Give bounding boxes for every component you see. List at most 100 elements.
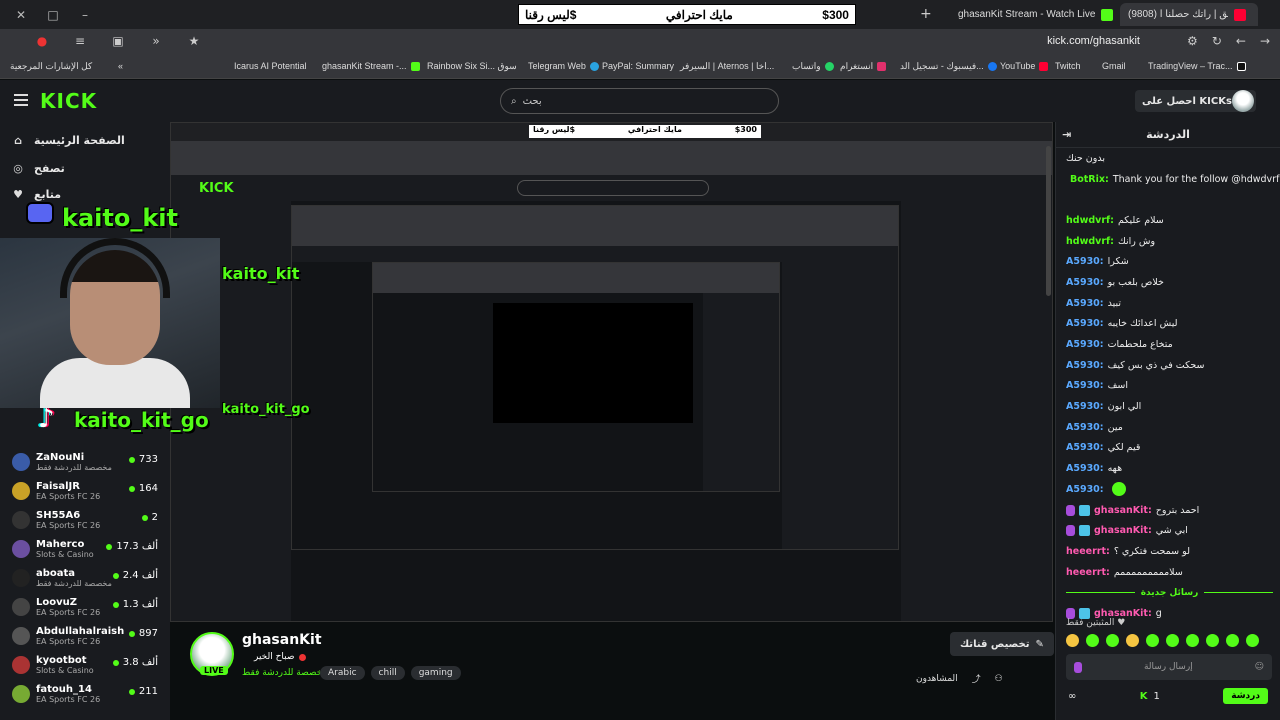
maximize-window-icon[interactable]: □ xyxy=(46,8,60,22)
followed-channel-row[interactable]: kyootbot Slots & Casino 3.8 ألف xyxy=(0,650,170,679)
emote-icon[interactable] xyxy=(1146,634,1159,647)
minimize-window-icon[interactable]: – xyxy=(78,8,92,22)
media-control-icon[interactable]: ≡ xyxy=(68,34,92,48)
emote-icon[interactable] xyxy=(1066,634,1079,647)
followed-channel-row[interactable]: SH55A6 EA Sports FC 26 2 xyxy=(0,505,170,534)
bookmark-item[interactable]: واتساب xyxy=(792,61,834,72)
emote-icon[interactable] xyxy=(1106,634,1119,647)
chat-username[interactable]: heeerrt: xyxy=(1066,567,1110,578)
viewer-count: 211 xyxy=(138,686,158,697)
search-input[interactable]: ⌕ بحث xyxy=(500,88,779,114)
site-settings-icon[interactable]: ⚙ xyxy=(1187,34,1198,48)
customize-channel-button[interactable]: تخصيص قناتك ✎ xyxy=(950,632,1054,656)
sidepanel-icon[interactable]: ▣ xyxy=(106,34,130,48)
emote-icon[interactable] xyxy=(1246,634,1259,647)
bookmark-item[interactable]: ghasanKit Stream -... xyxy=(322,61,420,71)
send-chat-button[interactable]: دردشة xyxy=(1223,688,1268,704)
menu-icon[interactable] xyxy=(14,94,28,109)
reload-icon[interactable]: ↻ xyxy=(1212,34,1222,48)
profile-icon[interactable]: ⚇ xyxy=(995,674,1003,684)
bookmark-label: ghasanKit Stream -... xyxy=(322,61,407,71)
bookmark-star-icon[interactable]: ★ xyxy=(182,34,206,48)
bookmarks-overflow-icon[interactable]: « xyxy=(118,61,123,71)
bookmark-item[interactable]: Icarus AI Potential xyxy=(234,61,307,71)
chat-username[interactable]: hdwdvrf: xyxy=(1066,236,1114,247)
channel-name: ZaNouNi xyxy=(36,451,85,463)
bookmark-item[interactable]: PayPal: Summary xyxy=(602,61,674,71)
sidebar-item-following[interactable]: ♥ متابع xyxy=(12,188,61,201)
share-icon[interactable]: ⤴ xyxy=(972,672,981,685)
bookmark-item[interactable]: YouTube xyxy=(1000,61,1049,71)
tag-chip[interactable]: gaming xyxy=(410,666,461,680)
chat-username[interactable]: A5930: xyxy=(1066,380,1104,391)
chat-username[interactable]: A5930: xyxy=(1066,277,1104,288)
translate-icon[interactable]: » xyxy=(144,34,168,48)
bookmark-item[interactable]: السيرفر | Aternos | اخا... xyxy=(680,61,774,72)
tag-chip[interactable]: Arabic xyxy=(320,666,365,680)
bookmark-item[interactable]: فيسبوك - تسجيل الد... xyxy=(900,61,997,72)
chat-username[interactable]: ghasanKit: xyxy=(1094,505,1152,516)
tab-kick-stream[interactable]: ghasanKit Stream - Watch Live ✕ xyxy=(950,3,1136,26)
chat-username[interactable]: A5930: xyxy=(1066,360,1104,371)
nested-toolbar xyxy=(171,141,1052,175)
sidebar-item-home[interactable]: ⌂ الصفحة الرئيسية xyxy=(12,134,125,147)
chat-username[interactable]: ghasanKit: xyxy=(1094,525,1152,536)
chat-username[interactable]: A5930: xyxy=(1066,318,1104,329)
kick-logo[interactable]: KICK xyxy=(40,89,97,113)
chat-username[interactable]: A5930: xyxy=(1066,401,1104,412)
chat-text: ليش اعدائك خايبه xyxy=(1107,318,1178,330)
chat-username[interactable]: A5930: xyxy=(1066,442,1104,453)
chat-username[interactable]: A5930: xyxy=(1066,422,1104,433)
sidebar-item-browse[interactable]: ◎ تصفح xyxy=(12,162,65,175)
tag-chip[interactable]: chill xyxy=(370,666,405,680)
chat-username[interactable]: A5930: xyxy=(1066,339,1104,350)
chat-username[interactable]: A5930: xyxy=(1066,298,1104,309)
channel-name[interactable]: ghasanKit xyxy=(242,632,322,648)
chat-username[interactable]: A5930: xyxy=(1066,256,1104,267)
tab-youtube[interactable]: (9808) روكيت ليق | راتك حصلنا ا xyxy=(1120,3,1258,26)
followed-channel-row[interactable]: Maherco Slots & Casino 17.3 ألف xyxy=(0,534,170,563)
collapse-chat-icon[interactable]: ⇥ xyxy=(1062,128,1071,141)
followed-channel-row[interactable]: ZaNouNi مخصصة للدردشة فقط 733 xyxy=(0,447,170,476)
back-icon[interactable]: ← xyxy=(1236,34,1246,48)
chat-message: A5930: قيم لكي xyxy=(1056,438,1280,459)
chat-title: الدردشة xyxy=(1146,128,1190,141)
chat-message-input[interactable]: إرسال رسالة ☺ xyxy=(1066,654,1272,680)
followed-channel-row[interactable]: fatouh_14 EA Sports FC 26 211 xyxy=(0,679,170,708)
address-bar[interactable]: kick.com/ghasankit xyxy=(1047,35,1140,47)
followed-channel-row[interactable]: Abdullahalraish EA Sports FC 26 897 xyxy=(0,621,170,650)
close-window-icon[interactable]: ✕ xyxy=(14,8,28,22)
chat-username[interactable]: A5930: xyxy=(1066,484,1104,495)
emote-icon[interactable] xyxy=(1226,634,1239,647)
bookmark-item[interactable]: Twitch xyxy=(1055,61,1081,71)
emote-icon[interactable] xyxy=(1166,634,1179,647)
all-bookmarks[interactable]: كل الإشارات المرجعية xyxy=(10,61,92,72)
new-messages-divider[interactable]: رسائل جديدة xyxy=(1056,582,1280,603)
extension-icon[interactable]: ● xyxy=(30,34,54,48)
emote-icon[interactable] xyxy=(1186,634,1199,647)
user-avatar[interactable] xyxy=(1232,90,1254,112)
settings-icon[interactable]: ∞ xyxy=(1068,691,1076,702)
bookmark-item[interactable]: انستغرام xyxy=(840,61,887,72)
emoji-icon[interactable]: ☺ xyxy=(1255,662,1264,672)
nested-banner: ليس رقنا$ مايك احترافي $300 xyxy=(529,125,761,138)
stream-category[interactable]: مخصصة للدردشة فقط xyxy=(242,668,327,678)
chat-username[interactable]: heeerrt: xyxy=(1066,546,1110,557)
forward-icon[interactable]: → xyxy=(1260,34,1270,48)
emote-icon[interactable] xyxy=(1206,634,1219,647)
bookmark-item[interactable]: Telegram Web xyxy=(528,61,599,71)
main-scrollbar[interactable] xyxy=(1046,146,1051,296)
chat-username[interactable]: hdwdvrf: xyxy=(1066,215,1114,226)
bookmark-item[interactable]: Gmail xyxy=(1102,61,1126,71)
emote-icon[interactable] xyxy=(1086,634,1099,647)
bookmark-item[interactable]: TradingView – Trac... xyxy=(1148,61,1246,71)
edit-icon: ✎ xyxy=(1035,638,1044,650)
followed-channel-row[interactable]: FaisalJR EA Sports FC 26 164 xyxy=(0,476,170,505)
followed-channel-row[interactable]: aboata مخصصة للدردشة فقط 2.4 ألف xyxy=(0,563,170,592)
chat-username[interactable]: A5930: xyxy=(1066,463,1104,474)
followed-channel-row[interactable]: LoovuZ EA Sports FC 26 1.3 ألف xyxy=(0,592,170,621)
chat-username[interactable]: BotRix: xyxy=(1070,174,1109,185)
bookmark-item[interactable]: Rainbow Six Si... سوق xyxy=(427,61,517,72)
new-tab-button[interactable]: + xyxy=(920,6,932,22)
emote-icon[interactable] xyxy=(1126,634,1139,647)
